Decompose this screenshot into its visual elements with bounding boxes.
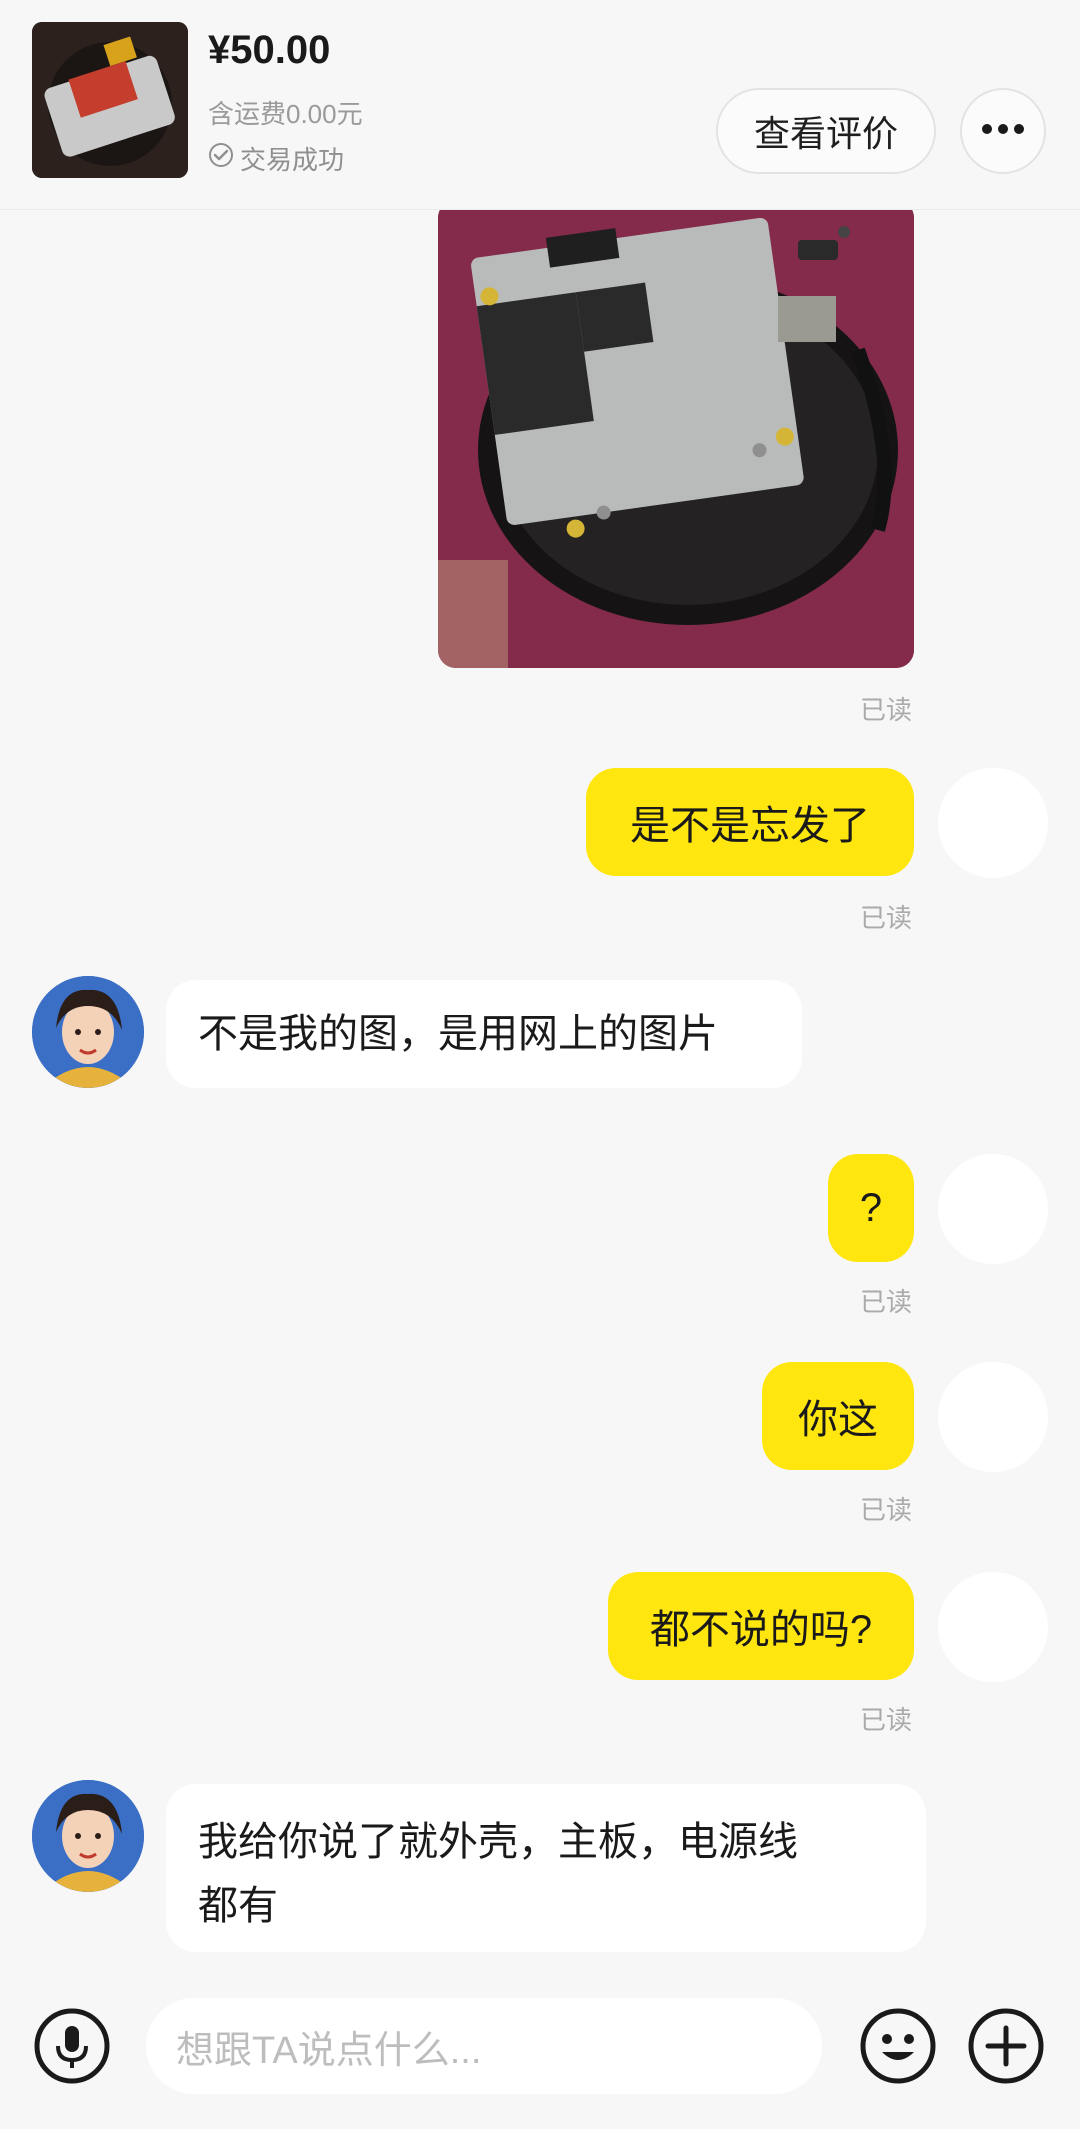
trade-status: 交易成功 (208, 140, 344, 177)
avatar-self[interactable] (938, 1572, 1048, 1682)
chat-page: ¥50.00 含运费0.00元 交易成功 查看评价 已读 是不是忘发了 已读 不… (0, 0, 1080, 2129)
read-status: 已读 (860, 1287, 913, 1317)
shipping-fee: 含运费0.00元 (208, 99, 363, 129)
message-bubble-sent[interactable]: 是不是忘发了 (586, 768, 914, 876)
order-header: ¥50.00 含运费0.00元 交易成功 查看评价 (0, 0, 1080, 210)
avatar-self[interactable] (938, 768, 1048, 878)
image-message[interactable] (438, 200, 914, 668)
input-bar: 想跟TA说点什么... (0, 1980, 1080, 2129)
avatar-seller[interactable] (32, 1780, 144, 1892)
emoji-button[interactable] (858, 2006, 938, 2086)
message-bubble-sent[interactable]: 你这 (762, 1362, 914, 1470)
message-bubble-sent[interactable]: ? (828, 1154, 914, 1262)
avatar-seller[interactable] (32, 976, 144, 1088)
product-thumbnail[interactable] (32, 22, 188, 178)
voice-button[interactable] (32, 2006, 112, 2086)
message-bubble-received[interactable]: 我给你说了就外壳，主板，电源线 都有 (166, 1784, 926, 1952)
more-actions-button[interactable] (966, 2006, 1046, 2086)
message-input[interactable]: 想跟TA说点什么... (146, 1998, 822, 2094)
read-status: 已读 (860, 903, 913, 933)
message-bubble-received[interactable]: 不是我的图，是用网上的图片 (166, 980, 802, 1088)
read-status: 已读 (860, 1705, 913, 1735)
trade-status-label: 交易成功 (240, 145, 345, 175)
microphone-icon (32, 2008, 112, 2090)
read-status: 已读 (860, 1495, 913, 1525)
plus-icon (966, 2008, 1046, 2090)
more-dots-icon (981, 122, 1025, 140)
emoji-icon (858, 2008, 938, 2090)
message-bubble-sent[interactable]: 都不说的吗? (608, 1572, 914, 1680)
avatar-self[interactable] (938, 1154, 1048, 1264)
read-status: 已读 (860, 695, 913, 725)
avatar-self[interactable] (938, 1362, 1048, 1472)
check-circle-icon (208, 142, 234, 175)
order-price: ¥50.00 (208, 28, 331, 72)
view-review-button[interactable]: 查看评价 (716, 88, 936, 174)
more-button[interactable] (960, 88, 1046, 174)
